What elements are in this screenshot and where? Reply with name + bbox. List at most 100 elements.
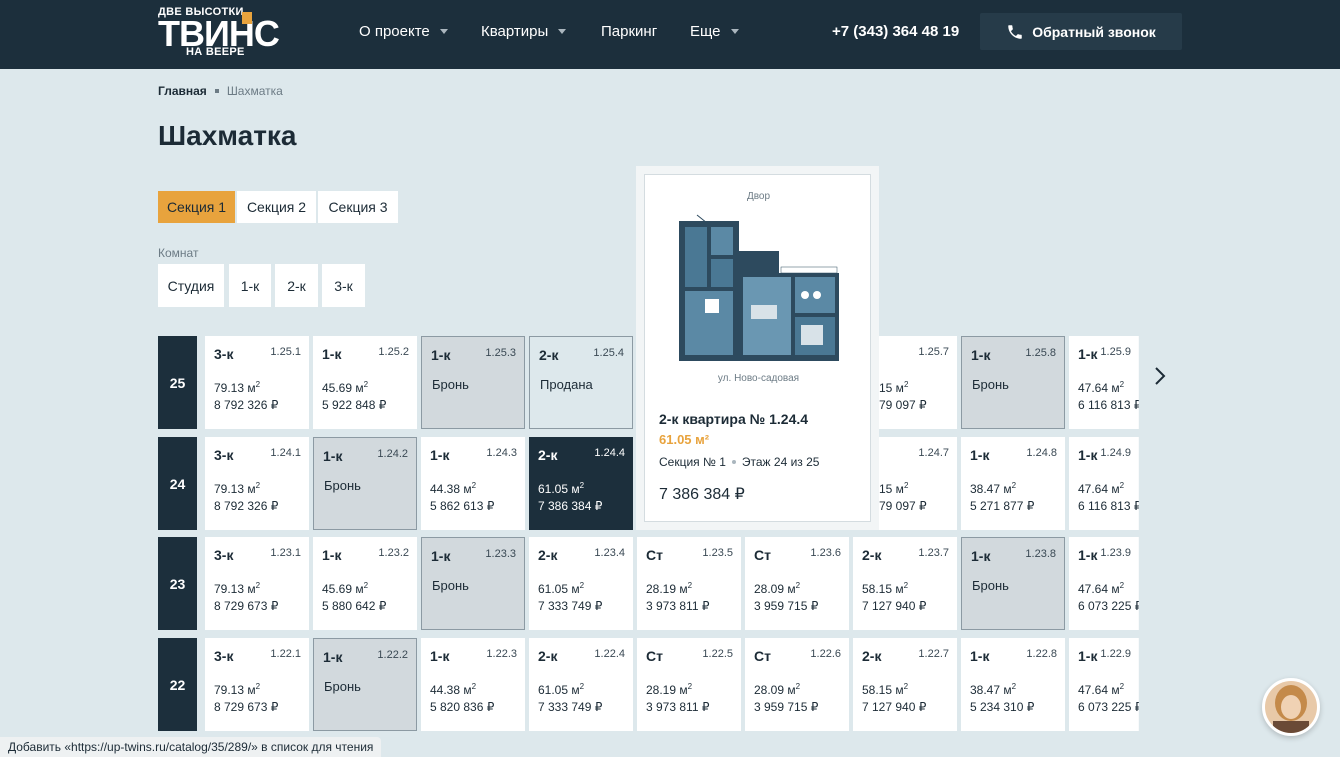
apartment-cell[interactable]: 1-к 1.23.3 Бронь: [421, 537, 525, 630]
cell-number: 1.25.9: [1100, 346, 1131, 358]
apartment-cell[interactable]: 1-к 1.24.8 38.47 м2 5 271 877 ₽: [961, 437, 1065, 530]
cell-area: 44.38 м2: [430, 682, 476, 697]
cell-area-value: 61.05 м: [538, 482, 580, 496]
apartment-cell[interactable]: 3-к 1.22.1 79.13 м2 8 729 673 ₽: [205, 638, 309, 731]
cell-area-value: 15 м: [879, 381, 904, 395]
cell-type: 1-к: [971, 347, 991, 363]
apartment-cell[interactable]: 1-к 1.24.3 44.38 м2 5 862 613 ₽: [421, 437, 525, 530]
cell-area-value: 61.05 м: [538, 683, 580, 697]
apartment-cell[interactable]: 1-к 1.24.9 47.64 м2 6 116 813 ₽: [1069, 437, 1139, 530]
cell-type: 2-к: [538, 547, 558, 563]
apartment-cell[interactable]: 1-к 1.24.2 Бронь: [313, 437, 417, 530]
cell-status: Продана: [540, 377, 593, 392]
apartment-cell[interactable]: 1-к 1.22.3 44.38 м2 5 820 836 ₽: [421, 638, 525, 731]
apartment-cell[interactable]: 1-к 1.25.2 45.69 м2 5 922 848 ₽: [313, 336, 417, 429]
nav-more-label: Еще: [690, 23, 721, 40]
nav-about[interactable]: О проекте: [359, 23, 448, 40]
squared-sup: 2: [579, 581, 585, 590]
apartment-cell[interactable]: 2-к 1.23.4 61.05 м2 7 333 749 ₽: [529, 537, 633, 630]
cell-area-value: 38.47 м: [970, 683, 1012, 697]
apartment-cell[interactable]: 1-к 1.22.8 38.47 м2 5 234 310 ₽: [961, 638, 1065, 731]
cell-type: 1-к: [1078, 547, 1098, 563]
apartment-cell[interactable]: 1-к 1.23.2 45.69 м2 5 880 642 ₽: [313, 537, 417, 630]
apartment-cell[interactable]: 1-к 1.23.9 47.64 м2 6 073 225 ₽: [1069, 537, 1139, 630]
cell-price: 79 097 ₽: [879, 499, 927, 513]
chat-avatar-button[interactable]: [1262, 678, 1320, 736]
cell-area-value: 58.15 м: [862, 683, 904, 697]
squared-sup: 2: [579, 682, 585, 691]
apartment-cell[interactable]: 1-к 1.23.8 Бронь: [961, 537, 1065, 630]
cell-number: 1.24.3: [486, 447, 517, 459]
room-filter-2k[interactable]: 2-к: [275, 264, 318, 307]
cell-type: 1-к: [431, 548, 451, 564]
apartment-cell[interactable]: Ст 1.23.6 28.09 м2 3 959 715 ₽: [745, 537, 849, 630]
tab-section-1[interactable]: Секция 1: [158, 191, 235, 223]
logo[interactable]: ДВЕ ВЫСОТКИ ТВИНС НА ВЕЕРЕ: [158, 6, 308, 60]
apartment-cell[interactable]: 1-к 1.25.3 Бронь: [421, 336, 525, 429]
cell-price: 6 116 813 ₽: [1078, 398, 1139, 412]
cell-area-value: 47.64 м: [1078, 582, 1120, 596]
phone-link[interactable]: +7 (343) 364 48 19: [832, 23, 959, 40]
cell-price: 7 127 940 ₽: [862, 599, 927, 613]
cell-number: 1.24.7: [918, 447, 949, 459]
squared-sup: 2: [1119, 682, 1125, 691]
apartment-cell[interactable]: Ст 1.22.6 28.09 м2 3 959 715 ₽: [745, 638, 849, 731]
cell-area: 45.69 м2: [322, 581, 368, 596]
cell-type: 1-к: [971, 548, 991, 564]
squared-sup: 2: [471, 481, 477, 490]
apartment-cell[interactable]: Ст 1.22.5 28.19 м2 3 973 811 ₽: [637, 638, 741, 731]
cell-area-value: 58.15 м: [862, 582, 904, 596]
tab-section-2[interactable]: Секция 2: [237, 191, 316, 223]
apartment-cell[interactable]: 1-к 1.22.2 Бронь: [313, 638, 417, 731]
cell-area: 28.19 м2: [646, 581, 692, 596]
grid-fade-overlay: [1138, 336, 1184, 757]
apartment-cell[interactable]: 1-к 1.25.9 47.64 м2 6 116 813 ₽: [1069, 336, 1139, 429]
cell-number: 1.22.8: [1026, 648, 1057, 660]
apartment-cell[interactable]: 2-к 1.22.7 58.15 м2 7 127 940 ₽: [853, 638, 957, 731]
cell-number: 1.23.4: [594, 547, 625, 559]
apartment-cell[interactable]: 2-к 1.24.4 61.05 м2 7 386 384 ₽: [529, 437, 633, 530]
cell-area: 28.09 м2: [754, 682, 800, 697]
cell-type: 1-к: [1078, 648, 1098, 664]
nav-apartments[interactable]: Квартиры: [481, 23, 567, 40]
cell-number: 1.23.5: [702, 547, 733, 559]
cell-type: 1-к: [323, 448, 343, 464]
room-filter-3k[interactable]: 3-к: [322, 264, 365, 307]
cell-number: 1.23.6: [810, 547, 841, 559]
apartment-cell[interactable]: 1-к 1.22.9 47.64 м2 6 073 225 ₽: [1069, 638, 1139, 731]
page-title: Шахматка: [158, 120, 297, 151]
nav-parking[interactable]: Паркинг: [601, 23, 657, 40]
room-filter-1k[interactable]: 1-к: [229, 264, 271, 307]
callback-button[interactable]: Обратный звонок: [980, 13, 1182, 50]
popup-section: Секция № 1: [659, 455, 726, 469]
cell-price: 7 386 384 ₽: [538, 499, 603, 513]
room-filter-studio[interactable]: Студия: [158, 264, 224, 307]
chevron-right-icon[interactable]: [1150, 364, 1170, 388]
cell-area: 45.69 м2: [322, 380, 368, 395]
squared-sup: 2: [903, 481, 909, 490]
apartment-cell[interactable]: 3-к 1.23.1 79.13 м2 8 729 673 ₽: [205, 537, 309, 630]
nav-more[interactable]: Еще: [690, 23, 739, 40]
apartment-popup[interactable]: Двор ул. Ново-садовая 2-к квартира № 1.2…: [644, 174, 871, 522]
cell-number: 1.25.8: [1025, 347, 1056, 359]
tab-section-3[interactable]: Секция 3: [318, 191, 398, 223]
apartment-cell[interactable]: 2-к 1.22.4 61.05 м2 7 333 749 ₽: [529, 638, 633, 731]
floor-label: 23: [158, 537, 197, 630]
breadcrumb-home[interactable]: Главная: [158, 84, 207, 98]
squared-sup: 2: [903, 682, 909, 691]
cell-type: 3-к: [214, 648, 234, 664]
cell-price: 8 729 673 ₽: [214, 700, 279, 714]
cell-number: 1.22.9: [1100, 648, 1131, 660]
apartment-cell[interactable]: Ст 1.23.5 28.19 м2 3 973 811 ₽: [637, 537, 741, 630]
apartment-cell[interactable]: 1-к 1.25.8 Бронь: [961, 336, 1065, 429]
squared-sup: 2: [255, 481, 261, 490]
apartment-cell[interactable]: 3-к 1.24.1 79.13 м2 8 792 326 ₽: [205, 437, 309, 530]
apartment-cell[interactable]: 2-к 1.23.7 58.15 м2 7 127 940 ₽: [853, 537, 957, 630]
apartment-cell[interactable]: 3-к 1.25.1 79.13 м2 8 792 326 ₽: [205, 336, 309, 429]
chevron-down-icon: [439, 29, 448, 34]
squared-sup: 2: [255, 581, 261, 590]
cell-price: 79 097 ₽: [879, 398, 927, 412]
logo-accent: [242, 12, 252, 24]
squared-sup: 2: [471, 682, 477, 691]
apartment-cell[interactable]: 2-к 1.25.4 Продана: [529, 336, 633, 429]
